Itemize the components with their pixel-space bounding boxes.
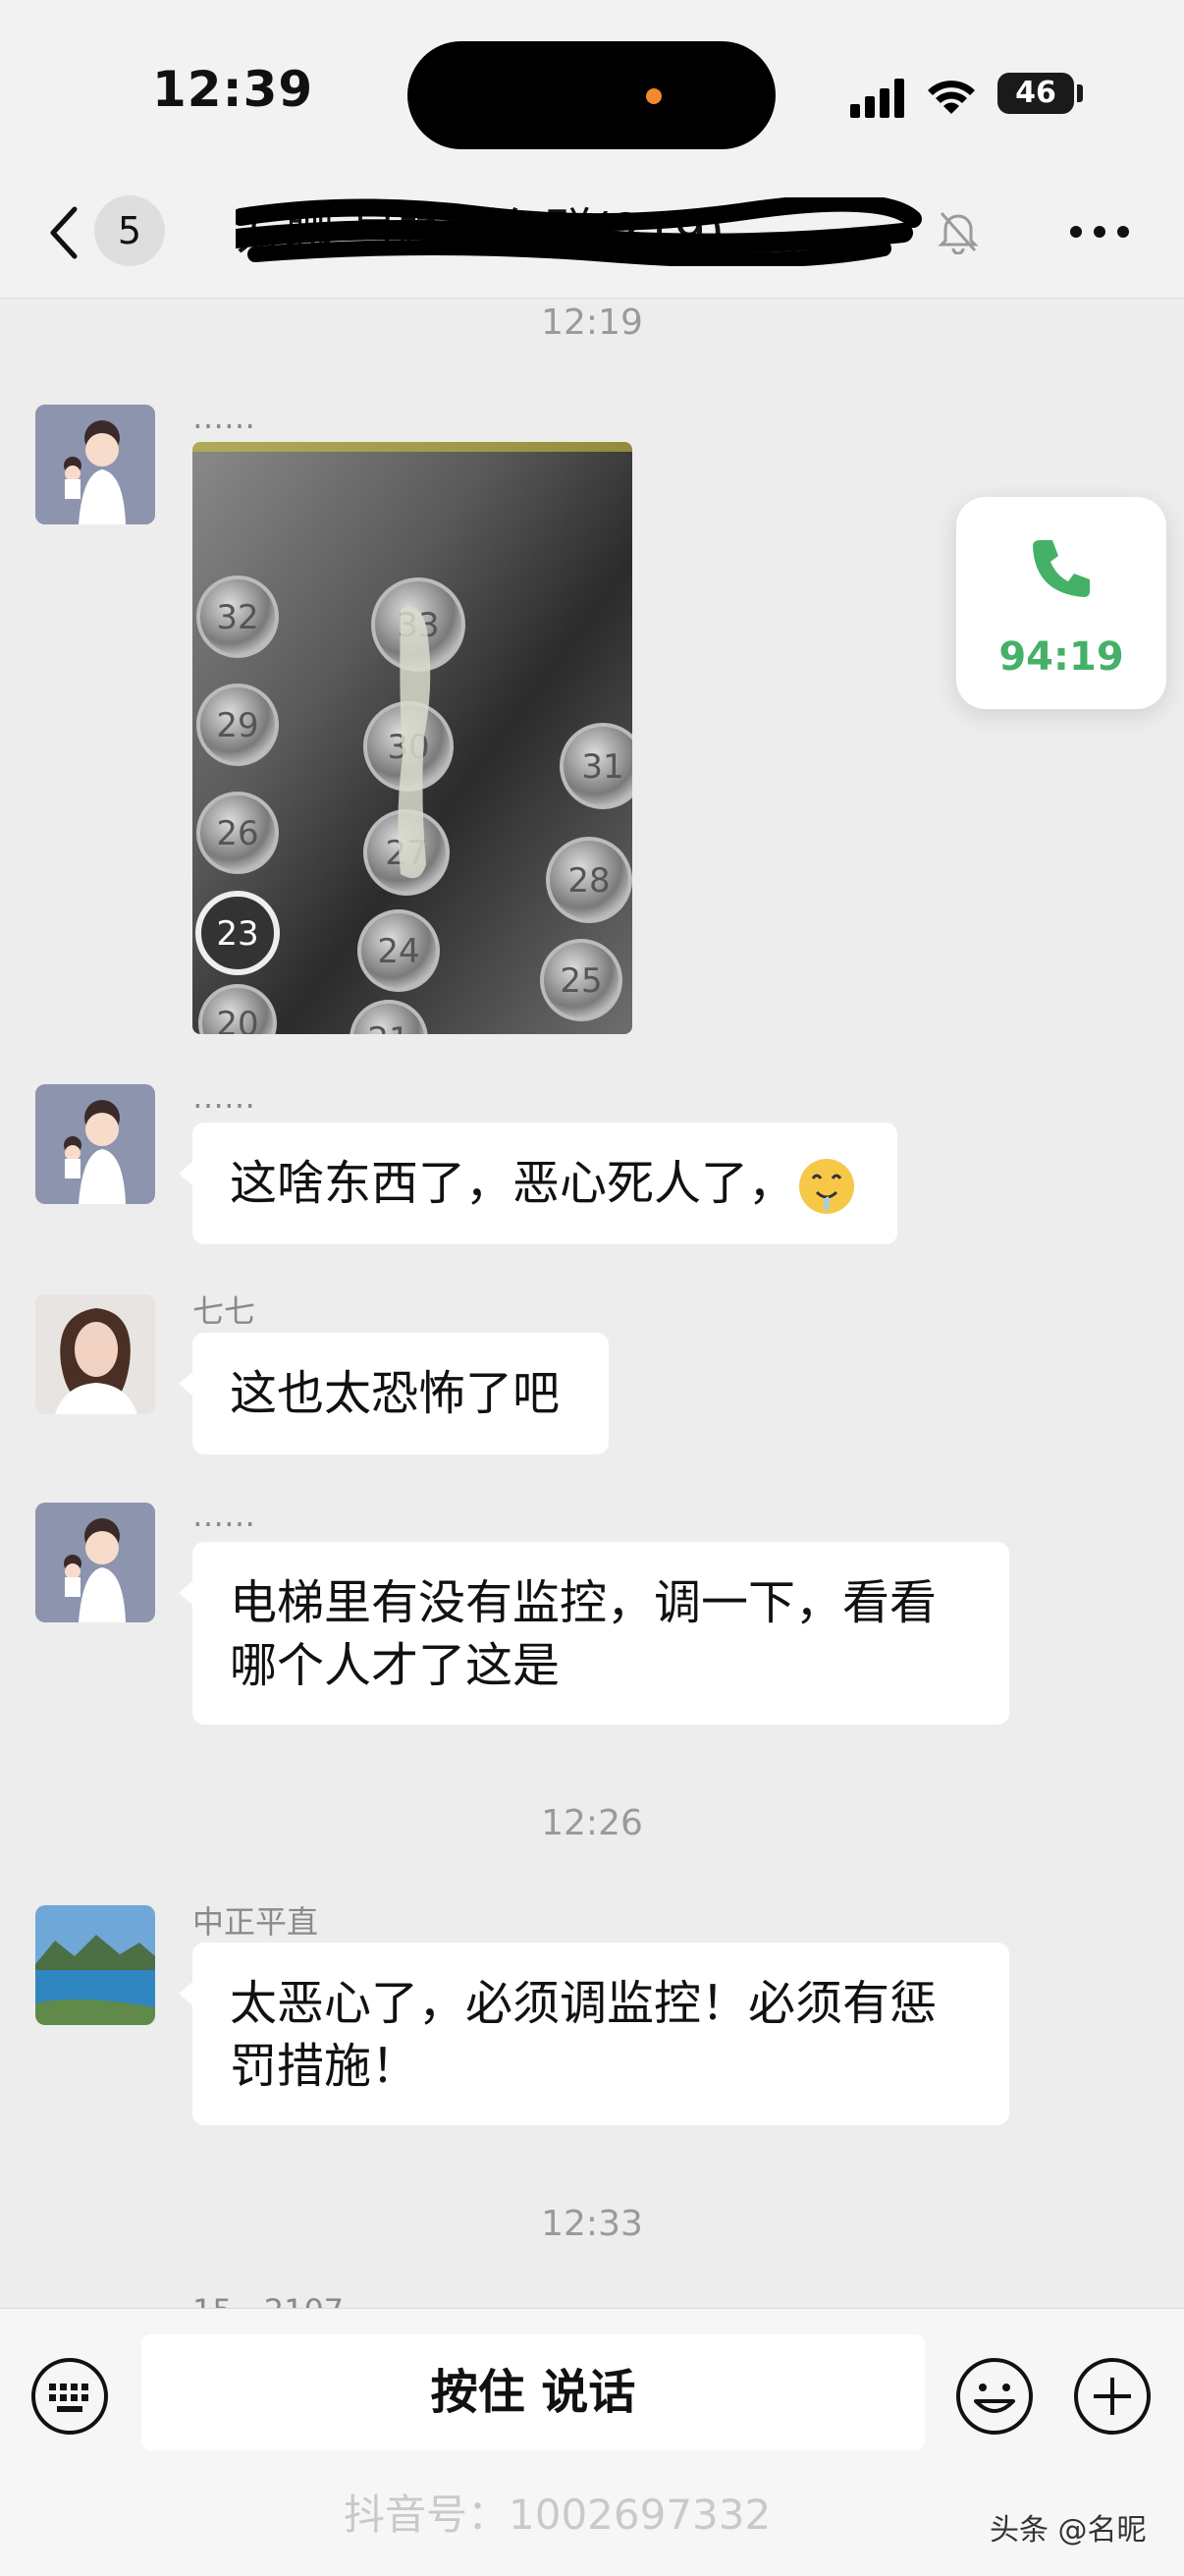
message-bubble[interactable]: 这啥东西了，恶心死人了，: [179, 1123, 897, 1244]
message-text: 电梯里有没有监控，调一下，看看哪个人才了这是: [230, 1575, 938, 1693]
avatar[interactable]: [35, 1294, 155, 1414]
keyboard-icon[interactable]: [29, 2356, 110, 2437]
battery-tip: [1077, 84, 1083, 102]
status-bar: 12:39 46: [0, 0, 1184, 172]
battery-icon: 46: [997, 73, 1074, 114]
redaction-scribble: [236, 197, 922, 266]
cartoon-girl-avatar-icon: [35, 405, 155, 524]
avatar[interactable]: [35, 1503, 155, 1622]
timestamp: 12:26: [541, 1803, 643, 1843]
message-bubble[interactable]: 太恶心了，必须调监控！必须有惩罚措施！: [179, 1943, 1009, 2125]
timestamp: 12:33: [541, 2204, 643, 2244]
message-bubble[interactable]: 电梯里有没有监控，调一下，看看哪个人才了这是: [179, 1542, 1009, 1725]
emoji-icon[interactable]: [954, 2356, 1035, 2437]
sender-name: ……: [192, 1078, 255, 1116]
more-options-icon[interactable]: [1070, 226, 1129, 240]
status-time: 12:39: [152, 61, 314, 118]
sender-name: ……: [192, 1497, 255, 1534]
elevator-button-label: 23: [216, 914, 258, 954]
floating-call-widget[interactable]: 94:19: [956, 497, 1166, 709]
elevator-panel-image: 32 29 26 23 20 33 30 27 24 21 31 28 25: [192, 442, 632, 1034]
woman-photo-avatar-icon: [35, 1294, 155, 1414]
lake-landscape-avatar-icon: [35, 1905, 155, 2025]
phone-icon: [1033, 540, 1090, 597]
message-text: 这也太恐怖了吧: [230, 1366, 561, 1421]
plus-icon[interactable]: [1072, 2356, 1153, 2437]
message-text: 这啥东西了，恶心死人了，: [230, 1156, 796, 1211]
cartoon-girl-avatar-icon: [35, 1084, 155, 1204]
elevator-button-label: 28: [567, 861, 610, 901]
douyin-watermark: 抖音号：1002697332: [344, 2491, 772, 2539]
message-bubble[interactable]: 这也太恐怖了吧: [179, 1333, 609, 1454]
timestamp: 12:19: [541, 302, 643, 343]
elevator-button-label: 31: [581, 747, 623, 787]
unread-count-badge[interactable]: 5: [94, 195, 165, 266]
chat-header: 5 方聊 号楼2单 群(219): [0, 172, 1184, 299]
dynamic-island: [407, 41, 776, 149]
back-chevron-icon[interactable]: [41, 201, 90, 264]
input-bar: 按住 说话 抖音号：1002697332 头条 @名昵: [0, 2308, 1184, 2576]
chat-title-area[interactable]: 方聊 号楼2单 群(219): [236, 197, 942, 266]
source-watermark: 头条 @名昵: [990, 2513, 1147, 2548]
camera-indicator-dot: [646, 88, 662, 104]
sender-name: 七七: [192, 1292, 256, 1330]
elevator-button-label: 26: [216, 814, 258, 853]
avatar[interactable]: [35, 1905, 155, 2025]
wifi-icon: [928, 81, 975, 114]
elevator-button-label: 25: [560, 961, 602, 1001]
sender-name: ……: [192, 399, 255, 436]
avatar[interactable]: [35, 405, 155, 524]
drooling-face-emoji-icon: [799, 1159, 855, 1214]
elevator-photo[interactable]: 32 29 26 23 20 33 30 27 24 21 31 28 25: [192, 442, 632, 1034]
cellular-signal-icon: [850, 79, 907, 118]
elevator-button-label: 32: [216, 598, 258, 637]
call-duration: 94:19: [998, 634, 1124, 680]
avatar[interactable]: [35, 1084, 155, 1204]
hold-to-talk-button[interactable]: 按住 说话: [141, 2334, 925, 2450]
elevator-button-label: 29: [216, 706, 258, 745]
sender-name: 中正平直: [192, 1903, 319, 1941]
elevator-button-label: 21: [367, 1020, 409, 1034]
elevator-button-label: 24: [377, 932, 419, 971]
elevator-button-label: 20: [216, 1005, 258, 1034]
message-text: 太恶心了，必须调监控！必须有惩罚措施！: [230, 1976, 938, 2094]
muted-bell-icon: [938, 211, 979, 254]
cartoon-girl-avatar-icon: [35, 1503, 155, 1622]
